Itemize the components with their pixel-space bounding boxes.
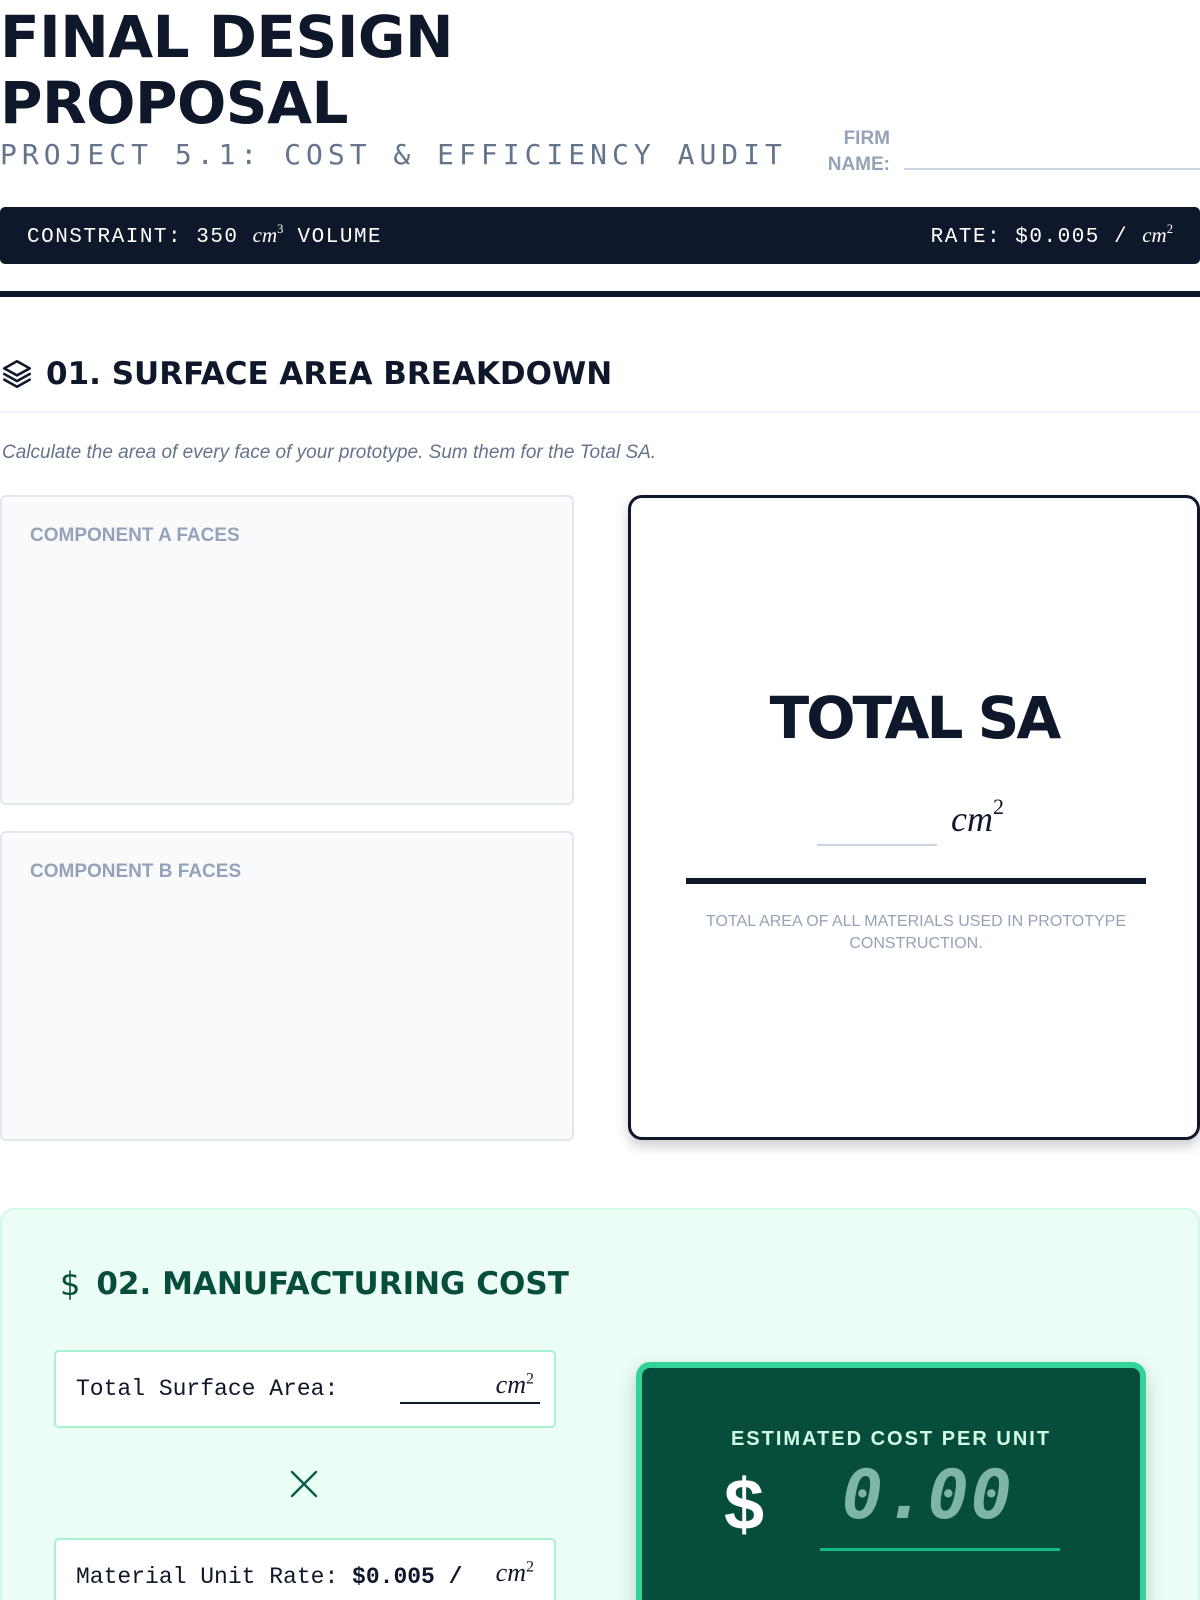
section-1-title: 01. SURFACE AREA BREAKDOWN xyxy=(46,356,613,392)
estimated-cost-card: ESTIMATED COST PER UNIT $ 0.00 xyxy=(636,1362,1146,1600)
multiply-icon xyxy=(290,1470,318,1498)
page-title: FINAL DESIGN PROPOSAL xyxy=(0,3,454,137)
total-surface-area-blank[interactable] xyxy=(400,1402,540,1404)
component-b-label: COMPONENT B FACES xyxy=(30,861,242,882)
total-surface-area-label: Total Surface Area: xyxy=(76,1376,339,1402)
firm-name-label: FIRM NAME: xyxy=(800,126,890,178)
constraint-banner: CONSTRAINT: 350 cm3 VOLUME RATE: $0.005 … xyxy=(0,207,1200,264)
rate-unit: cm2 xyxy=(1142,221,1173,247)
constraint-prefix: CONSTRAINT: 350 xyxy=(27,226,253,249)
field2-unit-exp: 2 xyxy=(526,1558,534,1576)
estimated-cost-label: ESTIMATED COST PER UNIT xyxy=(730,1428,1052,1450)
material-unit-rate-field: Material Unit Rate: $0.005 / cm2 xyxy=(54,1538,556,1600)
field1-unit-base: cm xyxy=(495,1370,526,1399)
section-2-title: 02. MANUFACTURING COST xyxy=(96,1266,569,1302)
total-sa-note: TOTAL AREA OF ALL MATERIALS USED IN PROT… xyxy=(706,913,1126,952)
component-b-box[interactable]: COMPONENT B FACES xyxy=(0,831,574,1141)
rate-prefix: RATE: $0.005 / xyxy=(930,226,1143,249)
estimated-cost-input[interactable]: 0.00 xyxy=(842,1456,1014,1535)
component-a-box[interactable]: COMPONENT A FACES xyxy=(0,495,574,805)
field2-unit-base: cm xyxy=(495,1558,526,1587)
total-sa-unit-base: cm xyxy=(951,799,993,839)
rate-unit-exp: 2 xyxy=(1166,221,1173,236)
total-sa-unit-exp: 2 xyxy=(992,794,1004,819)
firm-label-line-2: NAME: xyxy=(827,154,890,175)
section-1-divider xyxy=(0,411,1200,413)
constraint-unit: cm3 xyxy=(252,221,284,247)
constraint-unit-exp: 3 xyxy=(277,221,284,236)
constraint-unit-base: cm xyxy=(252,223,278,247)
field1-unit-exp: 2 xyxy=(526,1370,534,1388)
rate-text: RATE: $0.005 / cm2 xyxy=(930,221,1173,249)
document-header: FINAL DESIGN PROPOSAL PROJECT 5.1: COST … xyxy=(0,0,1200,200)
material-unit-rate-text: Material Unit Rate: $0.005 / xyxy=(76,1564,462,1590)
total-sa-input[interactable] xyxy=(817,844,937,846)
total-surface-area-unit: cm2 xyxy=(496,1370,534,1400)
material-unit-rate-value: $0.005 / xyxy=(352,1564,463,1590)
rate-unit-base: cm xyxy=(1142,223,1167,247)
header-rule xyxy=(0,291,1200,297)
material-unit-rate-label: Material Unit Rate: xyxy=(76,1564,353,1590)
section-2-heading: $ 02. MANUFACTURING COST xyxy=(60,1265,569,1303)
title-line-1: FINAL DESIGN xyxy=(0,3,454,71)
page-subtitle: PROJECT 5.1: COST & EFFICIENCY AUDIT xyxy=(0,138,787,171)
layers-icon xyxy=(2,359,32,389)
estimated-cost-underline xyxy=(820,1548,1060,1551)
section-1-heading: 01. SURFACE AREA BREAKDOWN xyxy=(0,352,612,396)
constraint-text: CONSTRAINT: 350 cm3 VOLUME xyxy=(27,221,383,249)
total-surface-area-field[interactable]: Total Surface Area: cm2 xyxy=(54,1350,556,1428)
firm-name-field[interactable] xyxy=(904,168,1200,170)
dollar-icon: $ xyxy=(60,1265,81,1303)
title-line-2: PROPOSAL xyxy=(0,69,348,137)
section-1-instructions: Calculate the area of every face of your… xyxy=(2,442,657,463)
material-unit-rate-unit: cm2 xyxy=(496,1558,534,1588)
total-sa-unit: cm2 xyxy=(951,794,1004,840)
constraint-suffix: VOLUME xyxy=(283,226,383,249)
firm-label-line-1: FIRM xyxy=(843,128,890,149)
total-sa-title: TOTAL SA xyxy=(769,684,1062,752)
total-sa-card: TOTAL SA cm2 TOTAL AREA OF ALL MATERIALS… xyxy=(628,495,1200,1140)
component-a-label: COMPONENT A FACES xyxy=(30,525,240,546)
total-sa-bar xyxy=(686,878,1146,884)
estimated-cost-dollar: $ xyxy=(724,1465,765,1545)
